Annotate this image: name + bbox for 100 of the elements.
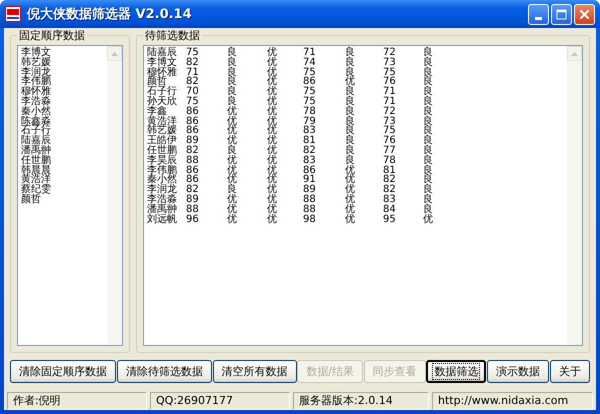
table-cell-text: 优 <box>227 156 238 166</box>
table-cell-text: 81 <box>383 166 397 176</box>
table-cell-text: 82 <box>383 185 397 195</box>
table-cell-text: 优 <box>227 136 238 146</box>
status-text: 作者:倪明 <box>7 392 147 410</box>
table-cell-text: 95 <box>383 214 397 224</box>
list-item[interactable]: 李浩淼 <box>21 96 104 107</box>
table-cell-text: 优 <box>345 194 356 205</box>
table-cell-text: 良 <box>423 166 434 176</box>
minimize-icon <box>535 16 542 20</box>
table-cell-text: 优 <box>227 204 238 215</box>
action-button[interactable]: 数据筛选 <box>426 360 486 383</box>
list-item[interactable]: 蔡纪雯 <box>21 185 104 195</box>
table-cell-text: 任世鹏 <box>147 146 178 156</box>
table-cell-text: 72 <box>383 48 397 58</box>
table-cell-text: 良 <box>423 156 434 166</box>
table-cell-text: 优 <box>267 166 278 176</box>
table-cell-text: 76 <box>383 136 397 146</box>
table-cell-text: 优 <box>345 214 356 224</box>
up-arrow-icon <box>571 52 578 56</box>
table-cell-text: 李博文 <box>147 58 178 68</box>
table-cell-text: 良 <box>423 87 434 97</box>
action-button[interactable]: 演示数据 <box>487 360 550 383</box>
table-cell-text: 良 <box>423 185 434 195</box>
table-cell-text: 88 <box>303 204 317 215</box>
list-item[interactable]: 颜哲 <box>21 194 104 205</box>
table-cell-text: 优 <box>227 116 238 126</box>
table-cell-text: 优 <box>227 214 238 224</box>
table-cell-text: 82 <box>186 77 200 88</box>
app-icon <box>5 6 21 22</box>
list-item[interactable]: 秦小然 <box>21 106 104 117</box>
table-cell-text: 75 <box>303 96 317 107</box>
table-cell-text: 良 <box>345 48 356 58</box>
list-item[interactable]: 陈鑫淼 <box>21 116 104 126</box>
table-cell-text: 优 <box>267 185 278 195</box>
table-cell-text: 良 <box>345 156 356 166</box>
list-item[interactable]: 韩晨晨 <box>21 166 104 176</box>
table-cell-text: 优 <box>345 204 356 215</box>
table-cell-text: 优 <box>227 194 238 205</box>
table-cell-text: 70 <box>186 87 200 97</box>
table-cell-text: 优 <box>267 194 278 205</box>
table-cell-text: 77 <box>383 146 397 156</box>
list-item[interactable]: 李博文 <box>21 48 104 58</box>
table-cell-text: 81 <box>303 136 317 146</box>
group-title: 待筛选数据 <box>144 28 201 43</box>
scrollbar[interactable] <box>107 46 122 345</box>
list-box[interactable]: 李博文 韩艺媛 李润龙 李伟鹏 穆怀雅 李浩淼 秦小然 陈鑫淼 石子行 陆嘉辰 潘禹翀 任世鹏 韩晨晨 黄浩洋 蔡纪雯 颜哲 <box>17 45 123 346</box>
table-cell-text: 优 <box>267 126 278 136</box>
table-cell-text: 良 <box>345 96 356 107</box>
table-cell-text: 71 <box>383 96 397 107</box>
table-cell-text: 良 <box>423 146 434 156</box>
action-button[interactable]: 清空所有数据 <box>212 360 296 383</box>
table-cell-text: 75 <box>303 87 317 97</box>
table-cell-text: 良 <box>227 185 238 195</box>
table-cell-text: 李伟鹏 <box>147 166 178 176</box>
table-cell-text: 82 <box>186 185 200 195</box>
table-cell-text: 良 <box>423 48 434 58</box>
table-cell-text: 73 <box>383 116 397 126</box>
table-cell-text: 88 <box>303 194 317 205</box>
table-cell-text: 84 <box>383 204 397 215</box>
close-button[interactable] <box>574 4 595 24</box>
table-cell-text: 96 <box>186 214 200 224</box>
table-cell-text: 良 <box>423 68 434 78</box>
table-cell-text: 优 <box>267 96 278 107</box>
list-item[interactable]: 潘禹翀 <box>21 146 104 156</box>
table-cell-text: 良 <box>423 136 434 146</box>
table-cell-text: 78 <box>303 106 317 117</box>
maximize-button[interactable] <box>551 4 572 24</box>
table-cell-text: 优 <box>423 214 434 224</box>
table-cell-text: 82 <box>186 146 200 156</box>
list-item[interactable]: 李润龙 <box>21 68 104 78</box>
table-cell-text: 优 <box>267 58 278 68</box>
list-item[interactable]: 陆嘉辰 <box>21 136 104 146</box>
table-cell-text: 86 <box>303 77 317 88</box>
table-cell-text: 91 <box>303 175 317 186</box>
scrollbar[interactable] <box>567 46 582 345</box>
status-text: 服务器版本:2.0.14 <box>293 392 429 410</box>
table-cell-text: 优 <box>267 146 278 156</box>
group-title: 固定顺序数据 <box>18 28 86 43</box>
table-cell-text: 优 <box>267 68 278 78</box>
status-text: QQ:26907177 <box>150 392 290 410</box>
table-cell-text: 83 <box>303 126 317 136</box>
table-cell-text: 良 <box>227 87 238 97</box>
list-item[interactable]: 任世鹏 <box>21 156 104 166</box>
table-cell-text: 71 <box>383 87 397 97</box>
table-cell-text: 良 <box>345 136 356 146</box>
minimize-button[interactable] <box>528 4 549 24</box>
list-item[interactable]: 韩艺媛 <box>21 58 104 68</box>
table-cell-text: 颜哲 <box>147 77 167 88</box>
action-button[interactable]: 关于 <box>550 360 590 383</box>
action-button[interactable]: 清除固定顺序数据 <box>10 360 116 383</box>
table-cell-text: 优 <box>267 204 278 215</box>
table-cell-text: 潘禹翀 <box>147 204 178 215</box>
action-button[interactable]: 清除待筛选数据 <box>116 360 212 383</box>
table-cell-text: 优 <box>227 126 238 136</box>
list-item[interactable]: 穆怀雅 <box>21 87 104 97</box>
table-cell-text: 良 <box>345 116 356 126</box>
window-title: 倪大侠数据筛选器 V2.0.14 <box>27 6 192 23</box>
table-cell-text: 良 <box>423 194 434 205</box>
table-cell-text: 良 <box>227 146 238 156</box>
